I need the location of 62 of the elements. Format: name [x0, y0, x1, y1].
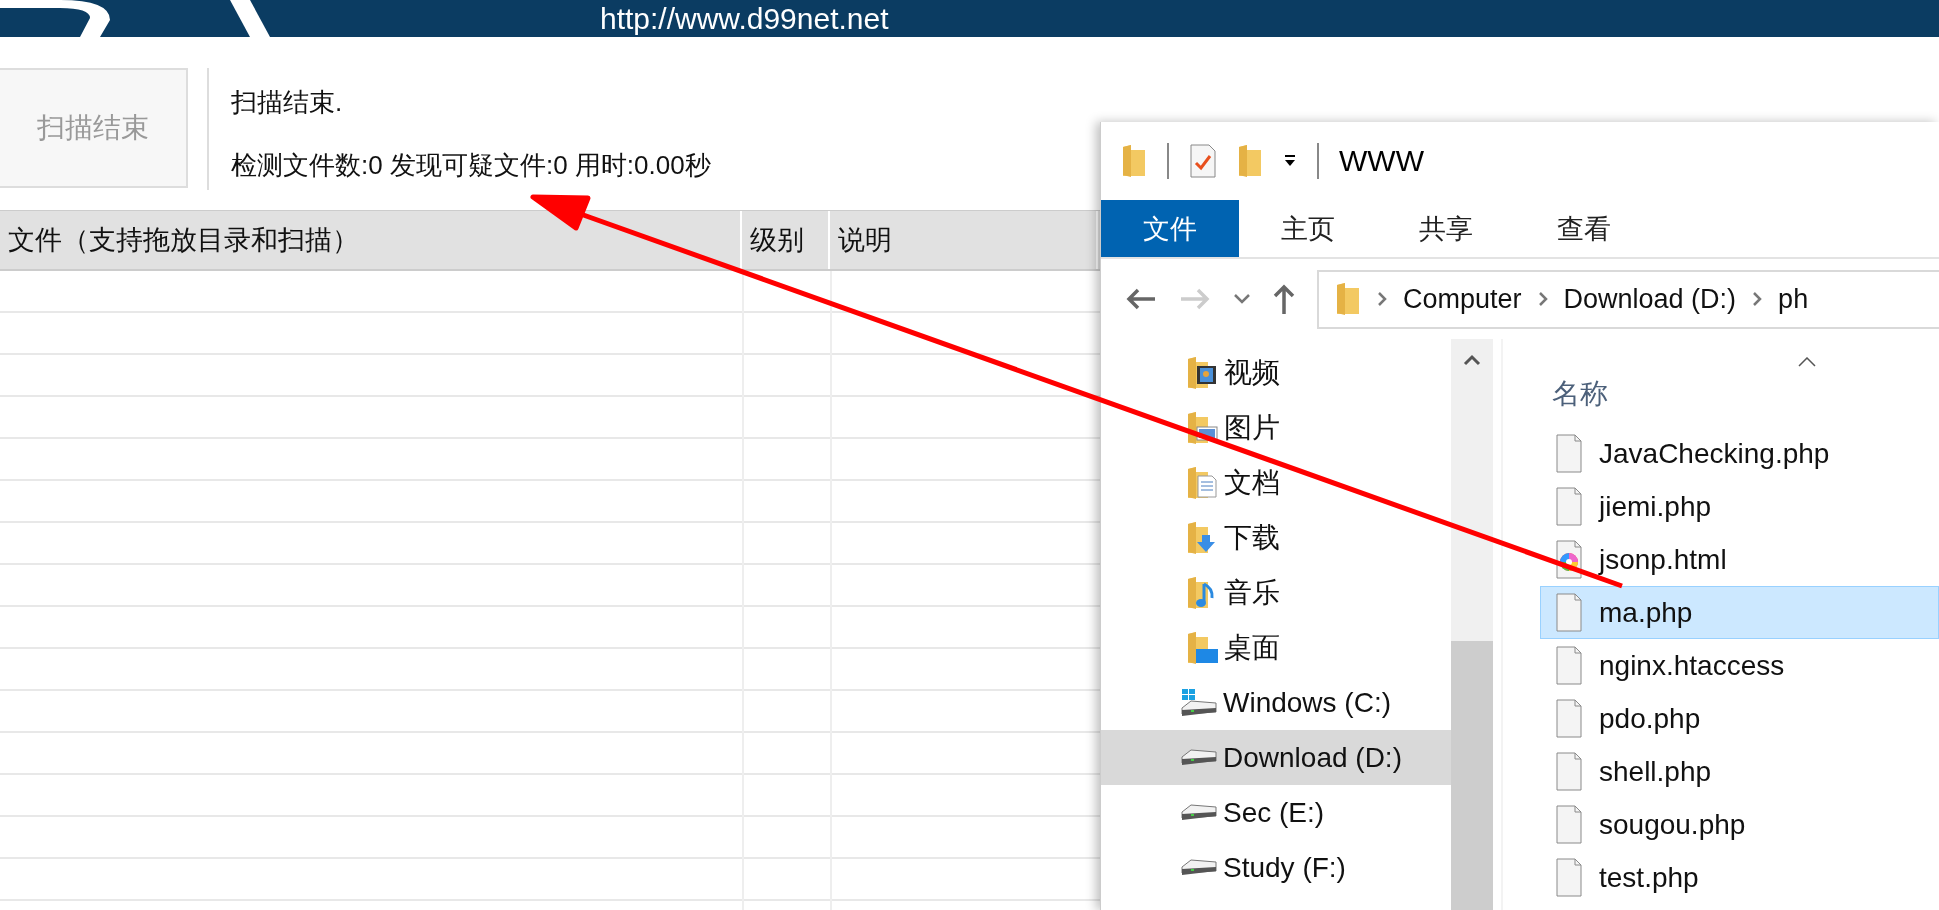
- scroll-up-icon[interactable]: [1463, 354, 1481, 366]
- breadcrumb[interactable]: ph: [1778, 283, 1809, 315]
- column-header[interactable]: 说明: [830, 211, 1098, 269]
- nav-item[interactable]: Windows (C:): [1101, 675, 1451, 730]
- window-title: WWW: [1339, 144, 1424, 178]
- file-icon: [1555, 857, 1583, 898]
- address-bar[interactable]: Computer Download (D:) ph: [1317, 269, 1939, 329]
- properties-icon[interactable]: [1189, 144, 1217, 178]
- dropdown-icon[interactable]: [1283, 154, 1297, 168]
- file-icon: [1555, 592, 1583, 633]
- ribbon-tab[interactable]: 共享: [1377, 200, 1515, 257]
- file-icon: [1555, 486, 1583, 527]
- breadcrumb[interactable]: Download (D:): [1563, 283, 1737, 315]
- status-title: 扫描结束.: [231, 86, 344, 119]
- folder-icon: [1237, 144, 1263, 178]
- document-folder-icon: [1186, 465, 1218, 500]
- nav-item[interactable]: Sec (E:): [1101, 785, 1451, 840]
- scrollbar[interactable]: [1451, 339, 1493, 910]
- nav-item[interactable]: 文档: [1101, 455, 1451, 510]
- scan-stats: 检测文件数:0 发现可疑文件:0 用时:0.00秒: [231, 149, 711, 182]
- ribbon-tab[interactable]: 文件: [1101, 200, 1239, 257]
- chevron-down-icon[interactable]: [1233, 293, 1251, 305]
- drive-icon: [1181, 804, 1217, 821]
- up-icon[interactable]: [1273, 283, 1295, 315]
- nav-item[interactable]: Download (D:): [1101, 730, 1451, 785]
- file-item[interactable]: nginx.htaccess: [1540, 639, 1939, 692]
- chevron-right-icon: [1537, 291, 1548, 307]
- video-folder-icon: [1186, 355, 1218, 390]
- file-icon: [1555, 645, 1583, 686]
- file-item[interactable]: sougou.php: [1540, 798, 1939, 851]
- ribbon-tab[interactable]: 主页: [1239, 200, 1377, 257]
- file-icon: [1555, 804, 1583, 845]
- ribbon-tab[interactable]: 查看: [1515, 200, 1653, 257]
- file-icon: [1555, 433, 1583, 474]
- nav-item[interactable]: 视频: [1101, 345, 1451, 400]
- chevron-right-icon: [1752, 291, 1763, 307]
- sort-caret-icon: [1798, 357, 1816, 367]
- drive-icon: [1181, 749, 1217, 766]
- drive-icon: [1181, 688, 1217, 717]
- chevron-right-icon: [1377, 291, 1387, 307]
- nav-item[interactable]: 下载: [1101, 510, 1451, 565]
- file-item[interactable]: JavaChecking.php: [1540, 427, 1939, 480]
- file-item[interactable]: pdo.php: [1540, 692, 1939, 745]
- folder-icon: [1335, 282, 1361, 316]
- nav-item[interactable]: 桌面: [1101, 620, 1451, 675]
- file-icon: [1555, 751, 1583, 792]
- file-icon: [1555, 698, 1583, 739]
- nav-item[interactable]: 音乐: [1101, 565, 1451, 620]
- nav-item[interactable]: Study (F:): [1101, 840, 1451, 895]
- folder-icon: [1121, 144, 1147, 178]
- file-item[interactable]: ma.php: [1540, 586, 1939, 639]
- file-item[interactable]: shell.php: [1540, 745, 1939, 798]
- website-url: http://www.d99net.net: [600, 3, 889, 34]
- desktop-folder-icon: [1186, 630, 1218, 665]
- back-icon[interactable]: [1125, 287, 1157, 311]
- file-item[interactable]: test.php: [1540, 851, 1939, 904]
- breadcrumb[interactable]: Computer: [1403, 283, 1522, 315]
- drive-icon: [1181, 859, 1217, 876]
- column-header[interactable]: 级别: [742, 211, 830, 269]
- column-header[interactable]: 名称: [1540, 339, 1939, 427]
- file-item[interactable]: jiemi.php: [1540, 480, 1939, 533]
- download-folder-icon: [1186, 520, 1218, 555]
